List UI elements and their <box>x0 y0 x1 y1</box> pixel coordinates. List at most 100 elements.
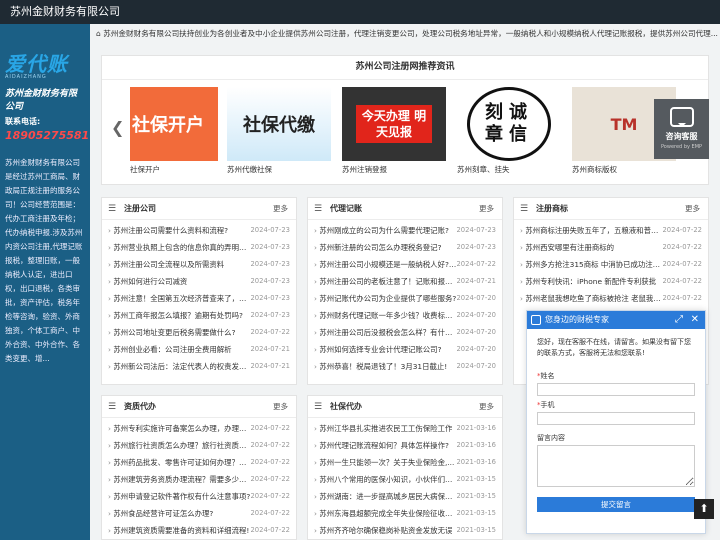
phone-field[interactable] <box>537 412 695 425</box>
list-item[interactable]: 苏州新注册的公司怎么办理税务登记?2024-07-23 <box>314 239 496 256</box>
list-item[interactable]: 苏州创业必看：公司注册全费用解析2024-07-21 <box>108 341 290 358</box>
list-item[interactable]: 苏州一生只能领一次？关于失业保险金,...2021-03-16 <box>314 454 496 471</box>
list-item[interactable]: 苏州注册公司后没报税会怎么样？有什么...2024-07-20 <box>314 324 496 341</box>
panel-header: ☰ 注册商标 更多 <box>514 198 708 220</box>
panel-register-company: ☰ 注册公司 更多 苏州注册公司需要什么资料和流程?2024-07-23 苏州营业执… <box>101 197 297 385</box>
slide-caption: 苏州刻章、挂失 <box>457 165 510 174</box>
list-item[interactable]: 苏州注册公司小规模还是一般纳税人好?有...2024-07-22 <box>314 256 496 273</box>
panel-title: 代理记账 <box>330 204 362 213</box>
list-item[interactable]: 苏州商标注册失败五年了，五粮液和普从...2024-07-22 <box>520 222 702 239</box>
name-field[interactable] <box>537 383 695 396</box>
list-icon: ☰ <box>108 402 117 412</box>
list-item[interactable]: 苏州营业执照上包含的信息你真的弄明白...2024-07-23 <box>108 239 290 256</box>
chat-bubble-icon <box>669 107 694 127</box>
list-item[interactable]: 苏州老鼠我想吃鱼了商标被抢注 老鼠我想...2024-07-22 <box>520 290 702 307</box>
list-item[interactable]: 苏州齐齐哈尔确保稳岗补贴资金发放无误2021-03-15 <box>314 522 496 539</box>
panel-header: ☰ 社保代办 更多 <box>308 396 502 418</box>
more-link[interactable]: 更多 <box>479 198 494 220</box>
panel-header: ☰ 资质代办 更多 <box>102 396 296 418</box>
list-icon: ☰ <box>314 402 323 412</box>
panel-title: 社保代办 <box>330 402 362 411</box>
phone-label: *手机 <box>537 401 555 409</box>
chat-header: 您身边的财税专家 ⤢ ✕ <box>527 311 705 329</box>
list-item[interactable]: 苏州如何进行公司减资2024-07-23 <box>108 273 290 290</box>
list-item[interactable]: 苏州申请登记软件著作权有什么注意事项?2024-07-22 <box>108 488 290 505</box>
slide-image: 刻诚 章信 <box>467 87 551 161</box>
list-item[interactable]: 苏州新公司法后：法定代表人的权责发生...2024-07-21 <box>108 358 290 375</box>
list-item[interactable]: 苏州专利实施许可备案怎么办理，办理流...2024-07-22 <box>108 420 290 437</box>
list-item[interactable]: 苏州江华县扎实推进农民工工伤保险工作2021-03-16 <box>314 420 496 437</box>
chevron-left-icon[interactable]: ❮ <box>111 118 124 137</box>
notice-text: 苏州金财财务有限公司扶持创业为各创业者及中小企业提供苏州公司注册，代理注销变更公… <box>103 29 718 38</box>
carousel-slide[interactable]: 今天办理 明天见报 苏州注销登报 <box>342 87 446 175</box>
chat-widget: 您身边的财税专家 ⤢ ✕ 您好，现在客服不在线，请留言。如果没有留下您的联系方式… <box>526 310 706 534</box>
slide-caption: 苏州商标版权 <box>572 165 617 174</box>
company-name: 苏州金财财务有限公司 <box>5 89 78 112</box>
list-item[interactable]: 苏州财务代理记账一年多少钱？收费标准...2024-07-20 <box>314 307 496 324</box>
site-title: 苏州金财财务有限公司 <box>10 5 120 18</box>
more-link[interactable]: 更多 <box>479 396 494 418</box>
more-link[interactable]: 更多 <box>685 198 700 220</box>
message-label: 留言内容 <box>537 434 565 442</box>
slide-caption: 社保开户 <box>130 165 160 174</box>
logo-subtext: AIDAIZHANG <box>5 74 47 80</box>
phone-label: 联系电话: <box>5 117 41 126</box>
list-item[interactable]: 苏州注册公司需要什么资料和流程?2024-07-23 <box>108 222 290 239</box>
message-field[interactable] <box>537 445 695 487</box>
list-item[interactable]: 苏州代理记账流程如何？具体怎样操作?2021-03-16 <box>314 437 496 454</box>
list-item[interactable]: 苏州工商年报怎么填报？逾期有处罚吗?2024-07-23 <box>108 307 290 324</box>
carousel-slide[interactable]: 刻诚 章信 苏州刻章、挂失 <box>457 87 561 175</box>
consult-service-button[interactable]: 咨询客服 Powered by EMP <box>654 99 709 159</box>
list-item[interactable]: 苏州东海县超额完成全年失业保险征收任务2021-03-15 <box>314 505 496 522</box>
company-description: 苏州金财财务有限公司是经过苏州工商局、财政局正规注册的服务公司！公司经营范围是：… <box>5 158 83 363</box>
slide-image: 社保代缴 <box>227 87 331 161</box>
list-item[interactable]: 苏州专利快讯：iPhone 新配件专利获批2024-07-22 <box>520 273 702 290</box>
panel-qualification: ☰资质代办更多 苏州专利实施许可备案怎么办理，办理流...2024-07-22 … <box>101 395 297 540</box>
slide-caption: 苏州注销登报 <box>342 165 387 174</box>
list-item[interactable]: 苏州注册公司全流程以及所需资料2024-07-23 <box>108 256 290 273</box>
slide-image: 今天办理 明天见报 <box>342 87 446 161</box>
powered-by: Powered by EMP <box>660 144 703 150</box>
panel-title: 注册公司 <box>124 204 156 213</box>
phone-number[interactable]: 18905275581 <box>5 129 89 142</box>
list-item[interactable]: 苏州建筑劳务资质办理流程？需要多少费...2024-07-22 <box>108 471 290 488</box>
panel-header: ☰ 代理记账 更多 <box>308 198 502 220</box>
carousel-slide[interactable]: 社保开户 社保开户 <box>130 87 218 175</box>
back-to-top-icon[interactable]: ⬆ <box>694 499 714 519</box>
carousel-slide[interactable]: 社保代缴 苏州代缴社保 <box>227 87 331 175</box>
list-item[interactable]: 苏州刚成立的公司为什么需要代理记账?2024-07-23 <box>314 222 496 239</box>
logo[interactable]: 爱代账 <box>5 52 85 76</box>
list-item[interactable]: 苏州如何选择专业会计代理记账公司?2024-07-20 <box>314 341 496 358</box>
panel-social-security: ☰ 社保代办 更多 苏州江华县扎实推进农民工工伤保险工作2021-03-16 苏州代… <box>307 395 503 540</box>
slide-image: 社保开户 <box>130 87 218 161</box>
expand-icon[interactable]: ⤢ <box>675 311 683 329</box>
sidebar: 爱代账 AIDAIZHANG 苏州金财财务有限公司 联系电话: 18905275… <box>0 24 90 540</box>
list-item[interactable]: 苏州记账代办公司为企业提供了哪些服务?2024-07-20 <box>314 290 496 307</box>
list-item[interactable]: 苏州注册公司的老板注意了！记账和报税...2024-07-21 <box>314 273 496 290</box>
list-item[interactable]: 苏州注意！全国第五次经济普查来了，企...2024-07-23 <box>108 290 290 307</box>
list-icon: ☰ <box>520 204 529 214</box>
close-icon[interactable]: ✕ <box>691 311 699 329</box>
list-icon: ☰ <box>314 204 323 214</box>
list-item[interactable]: 苏州旅行社资质怎么办理？旅行社资质办...2024-07-22 <box>108 437 290 454</box>
slide-caption: 苏州代缴社保 <box>227 165 272 174</box>
chat-title: 您身边的财税专家 <box>545 315 609 324</box>
list-item[interactable]: 苏州恭喜！税局退钱了！3月31日截止!2024-07-20 <box>314 358 496 375</box>
list-item[interactable]: 苏州建筑资质需要准备的资料和详细流程!2024-07-22 <box>108 522 290 539</box>
list-item[interactable]: 苏州公司地址变更后税务需要做什么?2024-07-22 <box>108 324 290 341</box>
submit-message-button[interactable]: 提交留言 <box>537 497 695 512</box>
list-icon: ☰ <box>108 204 117 214</box>
recommend-carousel: 苏州公司注册网推荐资讯 ❮ 社保开户 社保开户 社保代缴 苏州代缴社保 今天办理… <box>101 55 709 185</box>
panel-bookkeeping: ☰ 代理记账 更多 苏州刚成立的公司为什么需要代理记账?2024-07-23 苏州新… <box>307 197 503 385</box>
list-item[interactable]: 苏州食品经营许可证怎么办理?2024-07-22 <box>108 505 290 522</box>
list-item[interactable]: 苏州西安哪里有注册商标的2024-07-22 <box>520 239 702 256</box>
more-link[interactable]: 更多 <box>273 198 288 220</box>
list-item[interactable]: 苏州多方抢注315商标 中消协已成功注册312024-07-22 <box>520 256 702 273</box>
site-title-bar: 苏州金财财务有限公司 <box>0 0 720 24</box>
list-item[interactable]: 苏州湖南：进一步提高城乡居民大病保险...2021-03-15 <box>314 488 496 505</box>
more-link[interactable]: 更多 <box>273 396 288 418</box>
list-item[interactable]: 苏州药品批发、零售许可证如何办理？办...2024-07-22 <box>108 454 290 471</box>
list-item[interactable]: 苏州八个常用的医保小知识，小伙伴们赶...2021-03-15 <box>314 471 496 488</box>
panel-title: 资质代办 <box>124 402 156 411</box>
name-label: *姓名 <box>537 372 555 380</box>
